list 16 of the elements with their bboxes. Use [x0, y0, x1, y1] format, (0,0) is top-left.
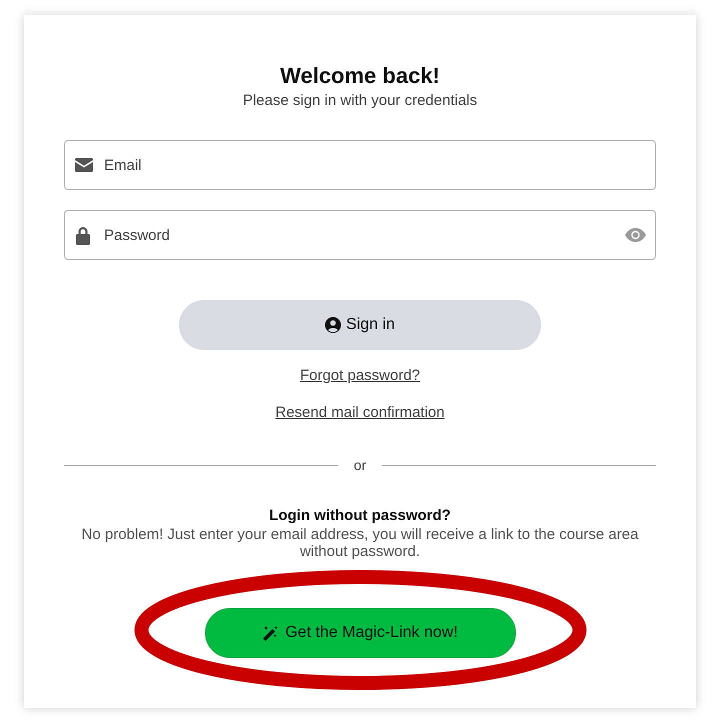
passwordless-description: No problem! Just enter your email address, you will receive a link to the course area without password. [80, 526, 640, 560]
lock-icon [75, 226, 91, 244]
magic-link-button[interactable]: Get the Magic-Link now! [204, 608, 516, 658]
eye-icon[interactable] [625, 228, 646, 242]
user-circle-icon [325, 317, 342, 333]
resend-confirmation-link[interactable]: Resend mail confirmation [275, 402, 445, 424]
welcome-title: Welcome back! [280, 62, 440, 90]
passwordless-heading: Login without password? [269, 506, 451, 526]
envelope-icon [75, 158, 93, 172]
or-divider-text: or [354, 456, 366, 475]
sign-in-button[interactable]: Sign in [179, 300, 541, 350]
welcome-subtitle: Please sign in with your credentials [242, 91, 478, 111]
magic-wand-icon [262, 624, 280, 642]
forgot-password-link[interactable]: Forgot password? [300, 365, 420, 387]
email-field[interactable]: Email [64, 140, 656, 190]
password-field[interactable]: Password [64, 210, 656, 260]
